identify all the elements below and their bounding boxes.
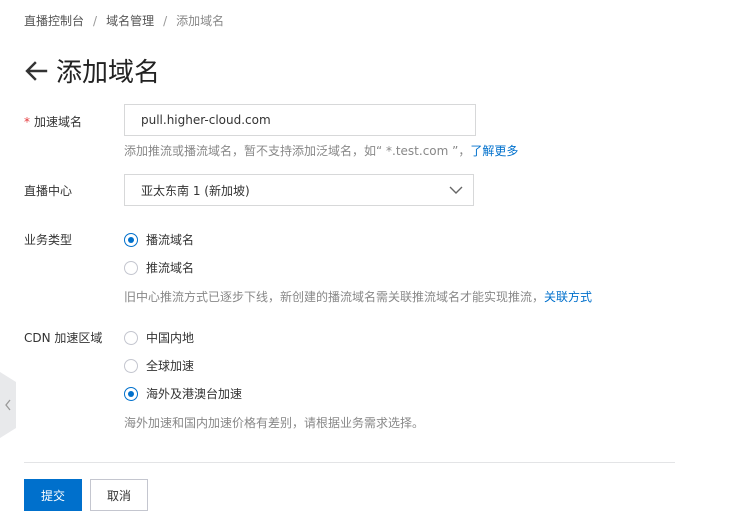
breadcrumb-item-console[interactable]: 直播控制台 (24, 12, 84, 29)
radio-global[interactable]: 全球加速 (124, 357, 194, 374)
domain-input[interactable] (124, 104, 476, 136)
radio-label: 推流域名 (146, 261, 195, 275)
radio-mainland-china[interactable]: 中国内地 (124, 329, 194, 346)
arrow-left-icon[interactable] (24, 60, 48, 82)
radio-circle[interactable] (124, 260, 138, 275)
chevron-down-icon (449, 186, 463, 194)
learn-more-link[interactable]: 了解更多 (470, 144, 518, 158)
breadcrumb-separator: / (163, 13, 168, 28)
radio-play-domain[interactable]: 播流域名 (124, 231, 194, 248)
business-type-label: 业务类型 (24, 233, 73, 247)
domain-label-text: 加速域名 (34, 115, 83, 129)
radio-label: 播流域名 (146, 233, 195, 247)
radio-circle-checked[interactable] (124, 386, 138, 401)
breadcrumb-item-domain-management[interactable]: 域名管理 (106, 12, 154, 29)
page: 直播控制台 / 域名管理 / 添加域名 添加域名 * 加速域名 添加推流或播流域名… (0, 0, 731, 519)
center-select[interactable]: 亚太东南 1 (新加坡) (124, 174, 474, 206)
domain-help: 添加推流或播流域名，暂不支持添加泛域名，如“ *.test.com ”，了解更多 (124, 142, 518, 159)
center-select-value: 亚太东南 1 (新加坡) (141, 183, 250, 198)
radio-label: 海外及港澳台加速 (146, 387, 243, 401)
radio-push-domain[interactable]: 推流域名 (124, 259, 194, 276)
divider (24, 462, 675, 463)
submit-button[interactable]: 提交 (24, 479, 82, 511)
business-type-help: 旧中心推流方式已逐步下线，新创建的播流域名需关联推流域名才能实现推流，关联方式 (124, 288, 592, 305)
cdn-region-label: CDN 加速区域 (24, 331, 103, 345)
business-type-help-text: 旧中心推流方式已逐步下线，新创建的播流域名需关联推流域名才能实现推流， (124, 290, 545, 304)
radio-label: 全球加速 (146, 359, 195, 373)
radio-label: 中国内地 (146, 331, 195, 345)
breadcrumb-item-current: 添加域名 (176, 14, 225, 28)
breadcrumb: 直播控制台 / 域名管理 / 添加域名 (24, 12, 224, 29)
radio-overseas[interactable]: 海外及港澳台加速 (124, 385, 242, 402)
required-mark: * (24, 115, 30, 129)
radio-circle-checked[interactable] (124, 232, 138, 247)
title-row: 添加域名 (24, 52, 160, 89)
sidebar-collapse-handle[interactable] (0, 372, 16, 438)
radio-circle[interactable] (124, 330, 138, 345)
cdn-region-help: 海外加速和国内加速价格有差别，请根据业务需求选择。 (124, 416, 425, 430)
domain-help-text: 添加推流或播流域名，暂不支持添加泛域名，如“ *.test.com ”， (124, 144, 471, 158)
center-label: 直播中心 (24, 184, 73, 198)
domain-label: * 加速域名 (24, 113, 82, 130)
page-title: 添加域名 (56, 58, 161, 88)
cancel-button[interactable]: 取消 (90, 479, 148, 511)
breadcrumb-separator: / (93, 13, 98, 28)
radio-circle[interactable] (124, 358, 138, 373)
association-method-link[interactable]: 关联方式 (544, 290, 592, 304)
